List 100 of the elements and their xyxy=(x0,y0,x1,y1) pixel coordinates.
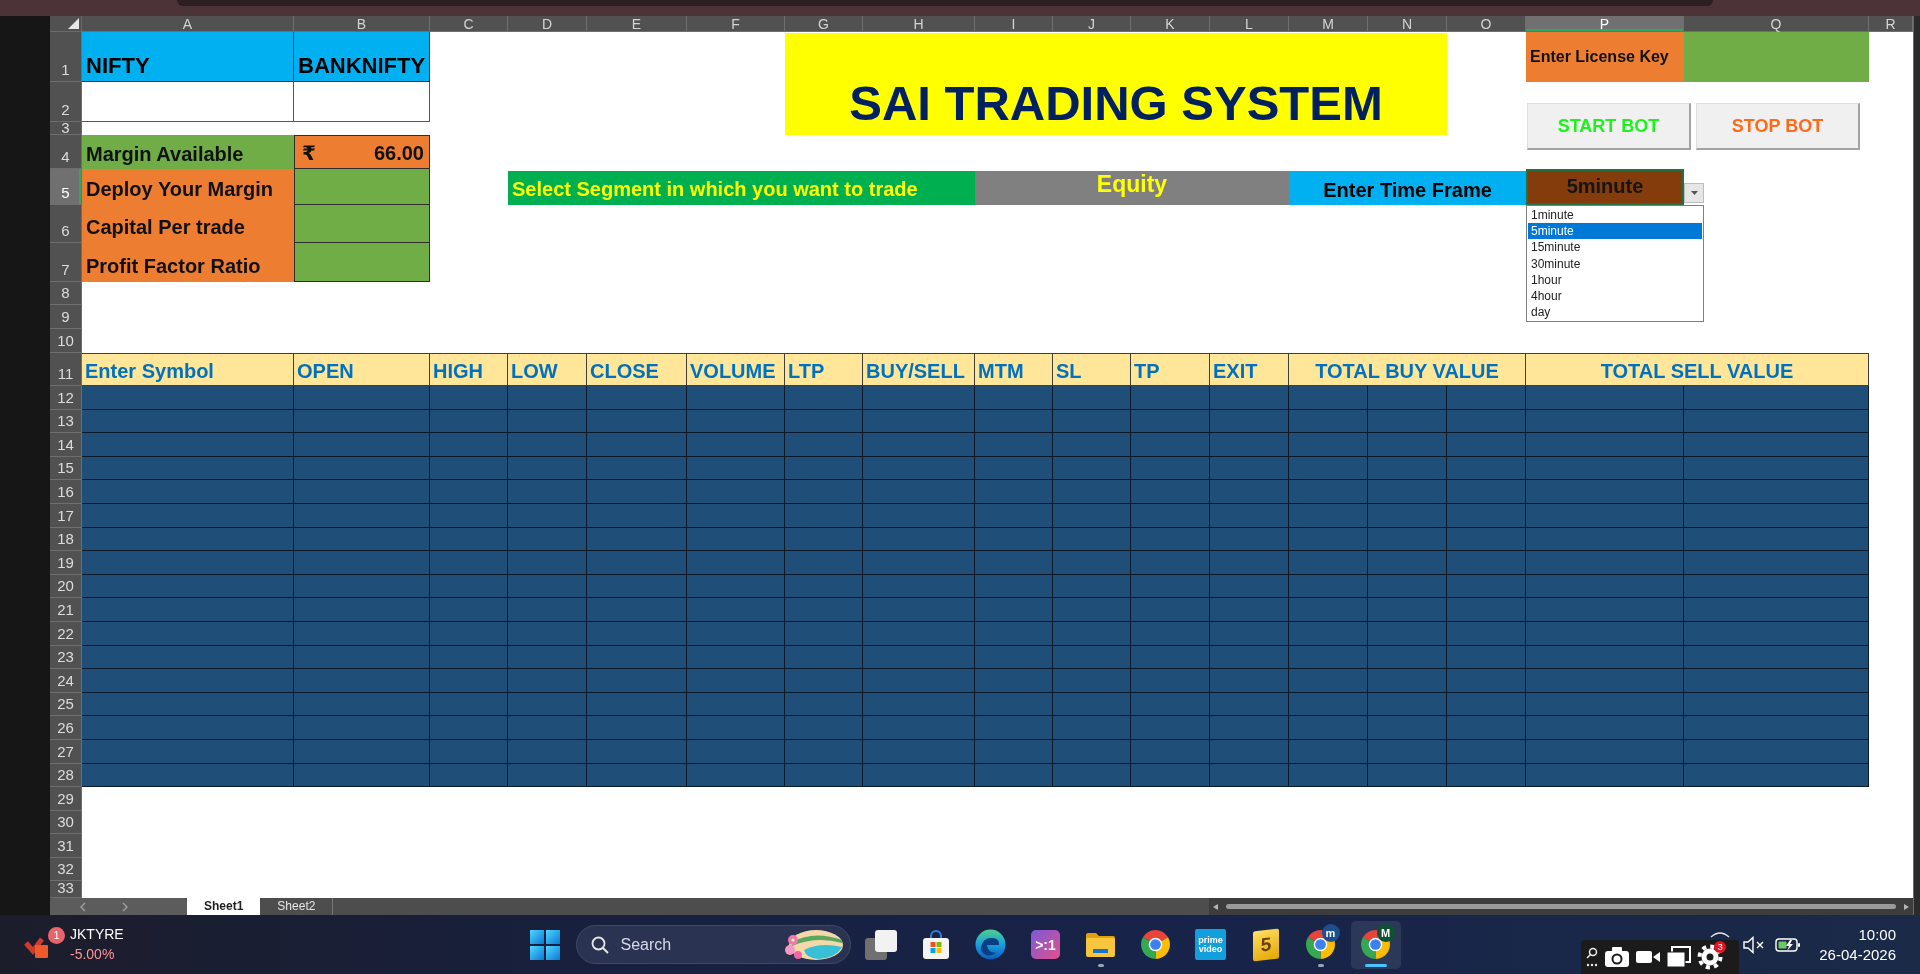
dropdown-option[interactable]: 30minute xyxy=(1528,255,1702,272)
taskbar-app-button[interactable]: >:1 xyxy=(1020,920,1071,969)
search-bar[interactable]: Search xyxy=(575,925,851,964)
beach-icon xyxy=(783,927,844,962)
column-header: Q xyxy=(1684,16,1869,32)
table-column-header: LOW xyxy=(508,353,587,386)
row-number: 27 xyxy=(50,739,82,764)
taskbar-app-button[interactable]: m xyxy=(1295,920,1346,969)
row-number: 33 xyxy=(50,881,82,898)
segment-value-field[interactable]: Equity xyxy=(975,171,1289,205)
table-column-header: Enter Symbol xyxy=(82,353,294,386)
select-all-corner[interactable] xyxy=(50,16,82,32)
column-header: K xyxy=(1131,16,1210,32)
row-number: 9 xyxy=(50,305,82,329)
column-header: F xyxy=(687,16,785,32)
taskbar-app-button[interactable]: M xyxy=(1350,920,1401,969)
column-header: M xyxy=(1289,16,1368,32)
row-number: 12 xyxy=(50,386,82,410)
table-column-header: HIGH xyxy=(430,353,508,386)
index-value-field[interactable] xyxy=(294,82,430,122)
column-header: H xyxy=(863,16,975,32)
search-icon xyxy=(590,935,609,954)
license-key-field[interactable] xyxy=(1684,32,1869,82)
table-column-header: TP xyxy=(1131,353,1210,386)
table-column-header: BUY/SELL xyxy=(863,353,975,386)
signal-arc-icon[interactable] xyxy=(1710,931,1731,938)
setting-value-field[interactable] xyxy=(294,169,430,205)
search-field[interactable]: Search xyxy=(620,933,772,956)
row-number: 5 xyxy=(50,169,82,205)
column-header: A xyxy=(82,16,294,32)
triangle-left-icon[interactable] xyxy=(1213,903,1218,910)
dropdown-arrow-button[interactable] xyxy=(1684,183,1704,203)
app-title: SAI TRADING SYSTEM xyxy=(785,33,1447,135)
column-header: E xyxy=(587,16,687,32)
taskbar-app-button[interactable]: 5 xyxy=(1240,920,1291,969)
lens-dots-icon[interactable] xyxy=(1586,946,1599,968)
stock-change: -5.00% xyxy=(70,945,116,964)
row-number: 21 xyxy=(50,598,82,622)
column-header: J xyxy=(1053,16,1131,32)
four-squares-icon xyxy=(529,929,560,960)
row-number: 23 xyxy=(50,645,82,670)
column-header: N xyxy=(1368,16,1447,32)
dropdown-option[interactable]: day xyxy=(1528,304,1702,321)
video-tile-logo: prime video xyxy=(1195,929,1226,960)
stock-symbol: JKTYRE xyxy=(70,925,124,944)
row-number: 29 xyxy=(50,787,82,811)
row-number: 22 xyxy=(50,621,82,646)
number-tile-logo: 5 xyxy=(1252,928,1279,961)
index-value-field[interactable] xyxy=(82,82,294,122)
row-number: 32 xyxy=(50,857,82,882)
table-column-header: TOTAL SELL VALUE xyxy=(1526,353,1869,386)
setting-value-field[interactable] xyxy=(294,205,430,243)
row-number: 20 xyxy=(50,574,82,599)
video-camera-icon[interactable] xyxy=(1636,949,1661,965)
triangle-right-icon[interactable] xyxy=(1904,903,1909,910)
notification-badge: 1 xyxy=(48,927,65,944)
table-column-header: VOLUME xyxy=(687,353,785,386)
license-key-label: Enter License Key xyxy=(1526,32,1684,82)
tricolor-circle-icon xyxy=(1140,929,1171,960)
index-label: BANKNIFTY xyxy=(294,32,430,82)
shopping-bag-icon xyxy=(921,929,950,960)
overlapping-windows-icon[interactable] xyxy=(1666,946,1692,968)
row-number: 19 xyxy=(50,551,82,575)
column-header: P xyxy=(1526,16,1684,32)
row-number: 1 xyxy=(50,32,82,82)
dropdown-option[interactable]: 4hour xyxy=(1528,287,1702,305)
row-number: 25 xyxy=(50,692,82,717)
clock-date: 26-04-2026 xyxy=(1819,945,1896,964)
row-number: 11 xyxy=(50,353,82,386)
dropdown-option[interactable]: 15minute xyxy=(1528,239,1702,256)
row-number: 26 xyxy=(50,716,82,740)
table-column-header: MTM xyxy=(975,353,1053,386)
row-number: 2 xyxy=(50,82,82,122)
table-column-header: CLOSE xyxy=(587,353,687,386)
column-header: D xyxy=(508,16,587,32)
segment-prompt: Select Segment in which you want to trade xyxy=(508,171,975,205)
dropdown-option[interactable]: 5minute xyxy=(1528,223,1702,240)
row-number: 24 xyxy=(50,669,82,693)
scrollbar-thumb[interactable] xyxy=(1226,904,1896,909)
column-header: O xyxy=(1447,16,1526,32)
sheet-tab[interactable]: Sheet1 xyxy=(187,898,261,915)
prompt-tile-logo: >:1 xyxy=(1031,930,1060,959)
chevron-right-icon[interactable] xyxy=(122,901,128,912)
row-number: 31 xyxy=(50,834,82,858)
battery-charging-icon[interactable] xyxy=(1775,936,1802,953)
setting-value-field[interactable] xyxy=(294,243,430,282)
row-number: 4 xyxy=(50,135,82,169)
tricolor-circle-icon xyxy=(1360,929,1391,960)
camera-icon[interactable] xyxy=(1604,946,1631,968)
caret-icon xyxy=(1690,191,1698,195)
row-number: 6 xyxy=(50,205,82,243)
muted-speaker-icon[interactable] xyxy=(1743,935,1766,954)
row-number: 10 xyxy=(50,329,82,353)
chevron-left-icon[interactable] xyxy=(80,901,86,912)
table-column-header: LTP xyxy=(785,353,863,386)
dropdown-option[interactable]: 1hour xyxy=(1528,271,1702,288)
horizontal-scrollbar[interactable] xyxy=(1209,898,1913,915)
dropdown-option[interactable]: 1minute xyxy=(1528,207,1702,224)
folder-icon xyxy=(1085,931,1116,958)
row-number: 28 xyxy=(50,763,82,788)
